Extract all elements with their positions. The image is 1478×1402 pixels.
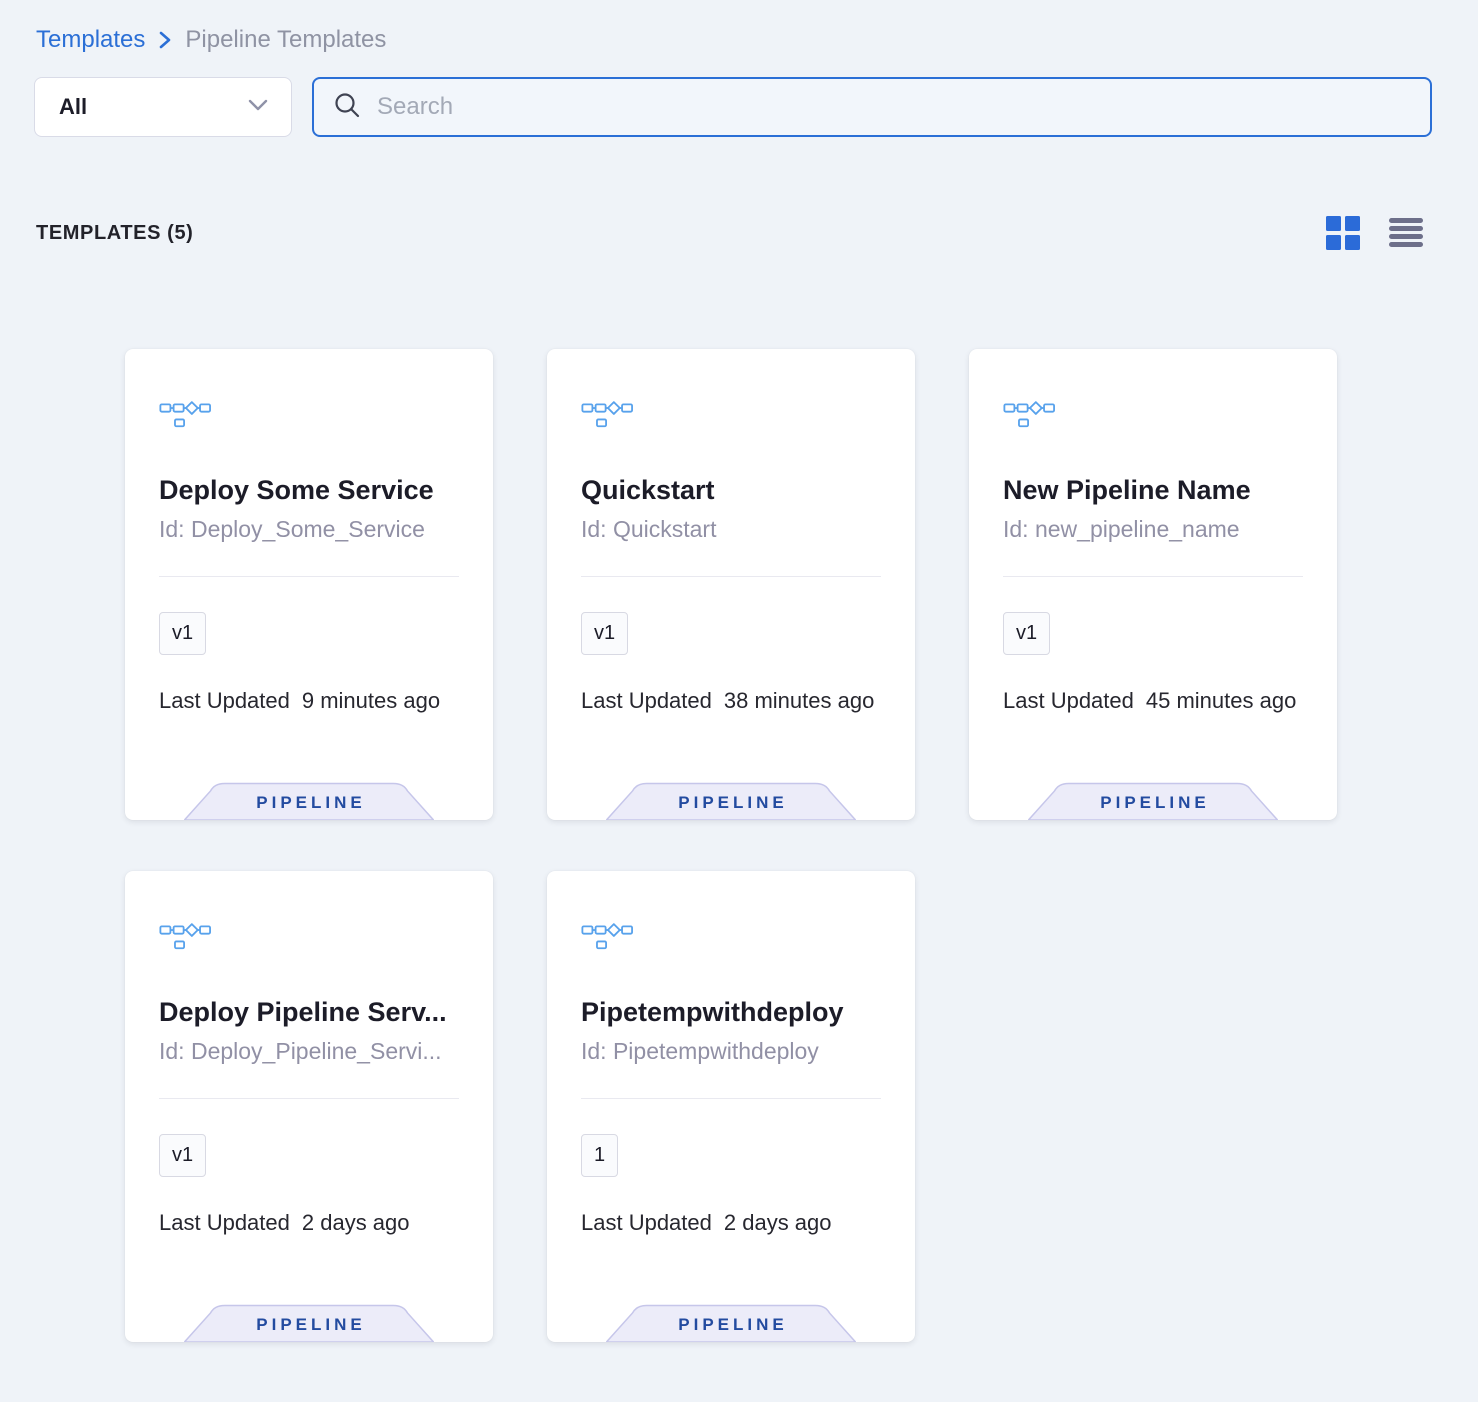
filter-dropdown[interactable]: All [34,77,292,137]
template-name: Quickstart [581,475,881,506]
last-updated-value: 9 minutes ago [302,688,440,714]
pipeline-tag: PIPELINE [184,1304,434,1342]
template-id: Id: new_pipeline_name [1003,516,1303,543]
pipeline-graph-icon [581,398,881,434]
template-name: New Pipeline Name [1003,475,1303,506]
last-updated-label: Last Updated [581,1210,712,1236]
template-card[interactable]: Pipetempwithdeploy Id: Pipetempwithdeplo… [547,871,915,1342]
template-card[interactable]: Quickstart Id: Quickstart v1 Last Update… [547,349,915,820]
search-icon [332,90,362,125]
pipeline-graph-icon [581,920,881,956]
pipeline-graph-icon [159,920,459,956]
controls-row: All [34,77,1432,137]
pipeline-tag: PIPELINE [606,782,856,820]
version-badge: 1 [581,1134,618,1177]
filter-dropdown-value: All [59,94,87,120]
last-updated-value: 2 days ago [302,1210,410,1236]
last-updated-label: Last Updated [1003,688,1134,714]
search-input[interactable] [377,93,1412,121]
templates-grid: Deploy Some Service Id: Deploy_Some_Serv… [125,349,1337,1342]
breadcrumb-link-templates[interactable]: Templates [36,26,145,54]
template-name: Deploy Some Service [159,475,459,506]
search-box[interactable] [312,77,1432,137]
last-updated-label: Last Updated [159,688,290,714]
breadcrumb-current: Pipeline Templates [185,26,386,54]
card-divider [581,1098,881,1099]
pipeline-tag-label: PIPELINE [606,793,856,813]
pipeline-tag: PIPELINE [1028,782,1278,820]
templates-count-title: TEMPLATES (5) [36,222,193,245]
section-header: TEMPLATES (5) [36,216,1423,250]
version-badge: v1 [159,1134,206,1177]
template-name: Deploy Pipeline Serv... [159,997,459,1028]
template-card[interactable]: New Pipeline Name Id: new_pipeline_name … [969,349,1337,820]
template-id: Id: Deploy_Pipeline_Servi... [159,1038,459,1065]
version-badge: v1 [1003,612,1050,655]
last-updated-value: 45 minutes ago [1146,688,1296,714]
pipeline-tag: PIPELINE [606,1304,856,1342]
template-id: Id: Quickstart [581,516,881,543]
last-updated-value: 38 minutes ago [724,688,874,714]
pipeline-tag-label: PIPELINE [184,793,434,813]
chevron-down-icon [247,98,269,117]
pipeline-tag-label: PIPELINE [1028,793,1278,813]
list-view-button[interactable] [1389,218,1423,248]
pipeline-graph-icon [1003,398,1303,434]
list-view-icon [1389,218,1423,248]
grid-view-icon [1326,216,1360,250]
last-updated-value: 2 days ago [724,1210,832,1236]
template-id: Id: Deploy_Some_Service [159,516,459,543]
pipeline-tag-label: PIPELINE [606,1315,856,1335]
pipeline-tag: PIPELINE [184,782,434,820]
pipeline-graph-icon [159,398,459,434]
card-divider [159,576,459,577]
last-updated-label: Last Updated [581,688,712,714]
version-badge: v1 [159,612,206,655]
card-divider [159,1098,459,1099]
template-name: Pipetempwithdeploy [581,997,881,1028]
breadcrumb: Templates Pipeline Templates [36,26,386,54]
grid-view-button[interactable] [1326,216,1360,250]
template-card[interactable]: Deploy Pipeline Serv... Id: Deploy_Pipel… [125,871,493,1342]
card-divider [1003,576,1303,577]
template-id: Id: Pipetempwithdeploy [581,1038,881,1065]
view-toggles [1326,216,1423,250]
card-divider [581,576,881,577]
template-card[interactable]: Deploy Some Service Id: Deploy_Some_Serv… [125,349,493,820]
version-badge: v1 [581,612,628,655]
chevron-right-icon [157,30,173,50]
pipeline-tag-label: PIPELINE [184,1315,434,1335]
last-updated-label: Last Updated [159,1210,290,1236]
